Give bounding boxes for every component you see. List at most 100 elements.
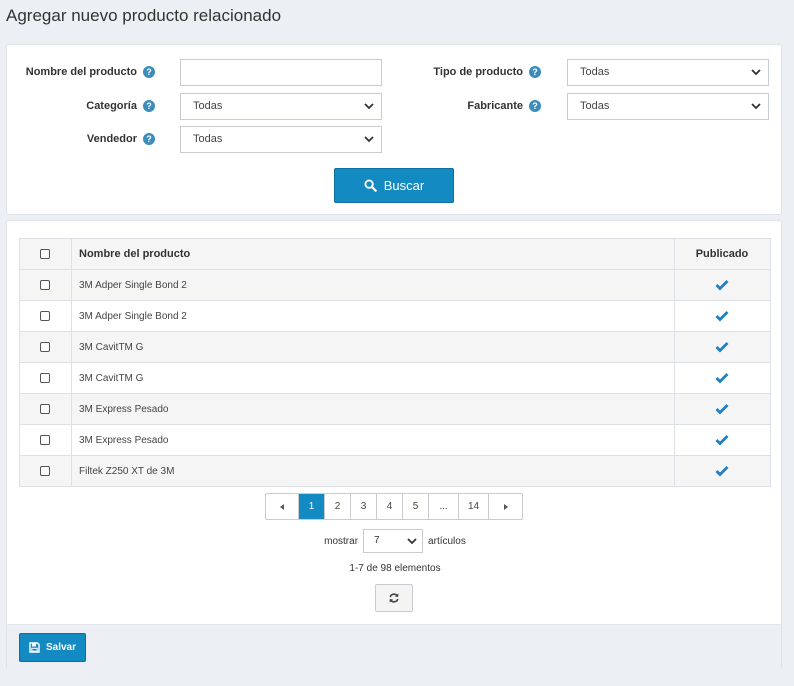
product-name-label: Nombre del producto?: [17, 66, 155, 79]
row-select-cell: [19, 424, 72, 456]
help-icon[interactable]: ?: [143, 100, 155, 113]
row-checkbox[interactable]: [40, 341, 50, 352]
refresh-button[interactable]: [375, 584, 413, 612]
product-name-cell: 3M CavitTM G: [71, 362, 675, 394]
search-panel: Nombre del producto? Tipo de producto? T…: [6, 44, 782, 215]
check-icon: [715, 404, 729, 415]
page-button-3[interactable]: 3: [351, 494, 377, 519]
row-checkbox[interactable]: [40, 465, 50, 476]
product-name-cell: 3M Express Pesado: [71, 424, 675, 456]
published-cell: [674, 331, 771, 363]
product-name-cell: Filtek Z250 XT de 3M: [71, 455, 675, 487]
table-row: 3M Adper Single Bond 2: [19, 300, 771, 332]
search-icon: [364, 179, 377, 192]
table-row: 3M CavitTM G: [19, 331, 771, 363]
chevron-down-icon: [364, 136, 374, 143]
chevron-down-icon: [751, 69, 761, 76]
page-ellipsis[interactable]: ...: [429, 494, 459, 519]
items-label: artículos: [428, 535, 466, 547]
footer-bar: Salvar: [7, 624, 781, 670]
page-title: Agregar nuevo producto relacionado: [6, 6, 282, 25]
pagination-summary: 1-7 de 98 elementos: [349, 563, 441, 574]
help-icon[interactable]: ?: [529, 66, 541, 79]
help-icon[interactable]: ?: [529, 100, 541, 113]
category-value: Todas: [193, 100, 223, 112]
products-table: Nombre del producto Publicado 3M Adper S…: [19, 238, 771, 487]
page-button-4[interactable]: 4: [377, 494, 403, 519]
manufacturer-select[interactable]: Todas: [567, 93, 769, 120]
product-type-value: Todas: [580, 66, 610, 78]
help-icon[interactable]: ?: [143, 133, 155, 146]
table-row: 3M Express Pesado: [19, 424, 771, 456]
vendor-label: Vendedor?: [17, 133, 155, 146]
chevron-down-icon: [407, 538, 417, 545]
help-icon[interactable]: ?: [143, 66, 155, 79]
manufacturer-label: Fabricante?: [405, 100, 541, 113]
published-cell: [674, 424, 771, 456]
published-cell: [674, 269, 771, 301]
product-name-cell: 3M Adper Single Bond 2: [71, 300, 675, 332]
show-label: mostrar: [324, 535, 359, 547]
pagination: 1 2 3 4 5 ... 14: [265, 493, 523, 520]
select-all-cell: [19, 238, 72, 270]
check-icon: [715, 466, 729, 477]
row-checkbox[interactable]: [40, 279, 50, 290]
category-label: Categoría?: [17, 100, 155, 113]
check-icon: [715, 311, 729, 322]
product-name-cell: 3M CavitTM G: [71, 331, 675, 363]
row-checkbox[interactable]: [40, 372, 50, 383]
page-button-14[interactable]: 14: [459, 494, 489, 519]
table-row: Filtek Z250 XT de 3M: [19, 455, 771, 487]
check-icon: [715, 342, 729, 353]
chevron-down-icon: [751, 103, 761, 110]
row-checkbox[interactable]: [40, 403, 50, 414]
check-icon: [715, 280, 729, 291]
row-checkbox[interactable]: [40, 310, 50, 321]
page-size-value: 7: [374, 535, 380, 546]
product-name-cell: 3M Express Pesado: [71, 393, 675, 425]
published-cell: [674, 455, 771, 487]
product-type-select[interactable]: Todas: [567, 59, 769, 86]
page-button-1[interactable]: 1: [299, 494, 325, 519]
table-row: 3M CavitTM G: [19, 362, 771, 394]
row-select-cell: [19, 362, 72, 394]
row-select-cell: [19, 331, 72, 363]
column-header-published[interactable]: Publicado: [674, 238, 771, 270]
page-size-select[interactable]: 7: [363, 529, 424, 553]
next-page-button[interactable]: [489, 494, 522, 519]
published-cell: [674, 300, 771, 332]
prev-page-button[interactable]: [266, 494, 299, 519]
search-button[interactable]: Buscar: [334, 168, 454, 203]
table-body: 3M Adper Single Bond 2 3M Adper Single Bo…: [19, 269, 771, 487]
table-header-row: Nombre del producto Publicado: [19, 238, 771, 270]
caret-left-icon: [280, 503, 284, 510]
vendor-value: Todas: [193, 133, 223, 145]
category-select[interactable]: Todas: [180, 93, 382, 120]
manufacturer-value: Todas: [580, 100, 610, 112]
save-button[interactable]: Salvar: [19, 633, 86, 662]
table-row: 3M Express Pesado: [19, 393, 771, 425]
published-cell: [674, 393, 771, 425]
page-button-2[interactable]: 2: [325, 494, 351, 519]
published-cell: [674, 362, 771, 394]
caret-right-icon: [503, 503, 508, 510]
column-header-name[interactable]: Nombre del producto: [71, 238, 675, 270]
check-icon: [715, 435, 729, 446]
results-panel: Nombre del producto Publicado 3M Adper S…: [6, 220, 782, 670]
select-all-checkbox[interactable]: [40, 249, 50, 260]
chevron-down-icon: [364, 103, 374, 110]
product-name-cell: 3M Adper Single Bond 2: [71, 269, 675, 301]
vendor-select[interactable]: Todas: [180, 126, 382, 153]
row-select-cell: [19, 300, 72, 332]
refresh-icon: [389, 593, 399, 603]
table-row: 3M Adper Single Bond 2: [19, 269, 771, 301]
page-size-row: mostrar 7 artículos: [7, 529, 783, 553]
product-type-label: Tipo de producto?: [405, 66, 541, 79]
floppy-disk-icon: [29, 642, 40, 653]
check-icon: [715, 373, 729, 384]
page-button-5[interactable]: 5: [403, 494, 429, 519]
row-select-cell: [19, 269, 72, 301]
product-name-input[interactable]: [180, 59, 382, 86]
row-checkbox[interactable]: [40, 434, 50, 445]
row-select-cell: [19, 455, 72, 487]
